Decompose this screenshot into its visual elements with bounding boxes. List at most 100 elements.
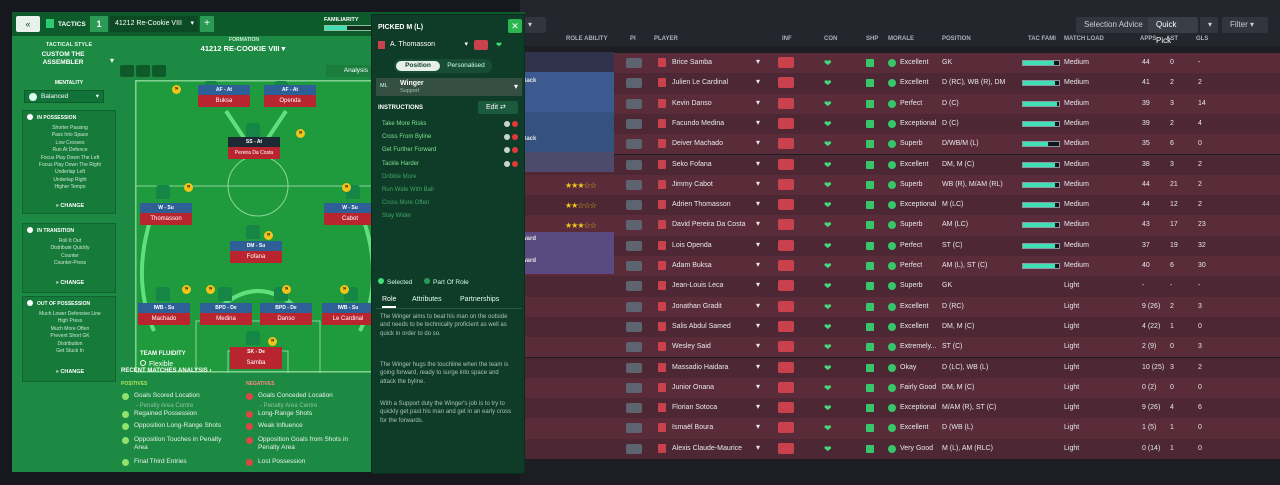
settings-icon[interactable]: [504, 160, 510, 167]
chevron-down-icon[interactable]: ▾: [756, 159, 760, 168]
chevron-down-icon[interactable]: ▾: [756, 321, 760, 330]
out-of-possession-change-button[interactable]: » CHANGE: [23, 369, 117, 375]
instruction-item[interactable]: Cross From Byline: [382, 132, 520, 143]
pi-icon[interactable]: [626, 220, 642, 231]
pi-icon[interactable]: [626, 342, 642, 353]
instruction-item[interactable]: Tackle Harder: [382, 159, 520, 170]
chevron-down-icon[interactable]: ▾: [756, 443, 760, 452]
table-row[interactable]: Jonathan Gradit ▾ ❤ Excellent D (RC) Light 9 (…: [520, 296, 1280, 317]
player-slot-sk[interactable]: SK - De Samba: [230, 347, 282, 369]
chevron-down-icon[interactable]: ▾: [756, 98, 760, 107]
player-name[interactable]: Alexis Claude-Maurice: [672, 445, 742, 452]
tactic-slot[interactable]: 1: [90, 16, 108, 32]
chevron-down-icon[interactable]: ▾: [756, 199, 760, 208]
col-shp[interactable]: SHP: [866, 36, 878, 50]
pi-icon[interactable]: [626, 301, 642, 312]
pi-icon[interactable]: [626, 281, 642, 292]
close-icon[interactable]: ✕: [508, 19, 522, 33]
table-row[interactable]: Salis Abdul Samed ▾ ❤ Excellent DM, M (C) Lig…: [520, 316, 1280, 338]
player-slot-w-right[interactable]: W - Su Cabot: [324, 203, 376, 225]
player-slot-af-right[interactable]: AF - At Openda: [264, 85, 316, 107]
player-slot-bpd-right[interactable]: BPD - De Danso: [260, 303, 312, 325]
pi-icon[interactable]: [626, 261, 642, 271]
chevron-down-icon[interactable]: ▾: [756, 382, 760, 391]
player-name[interactable]: Massadio Haidara: [672, 364, 728, 371]
player-name[interactable]: Ismaël Boura: [672, 424, 713, 431]
player-select[interactable]: A. Thomasson ▾: [378, 39, 470, 51]
col-pi[interactable]: PI: [630, 36, 636, 50]
player-name[interactable]: Facundo Medina: [672, 120, 724, 127]
analysis-button[interactable]: Analysis: [326, 65, 372, 77]
instruction-item[interactable]: Run Wide With Ball: [382, 185, 520, 196]
player-name[interactable]: Salis Abdul Samed: [672, 323, 731, 330]
chevron-down-icon[interactable]: ▾: [756, 301, 760, 310]
player-name[interactable]: David Pereira Da Costa: [672, 221, 746, 228]
table-row[interactable]: ★★★☆☆ David Pereira Da Costa ▾ ❤ Superb AM (L…: [520, 215, 1280, 236]
player-name[interactable]: Julien Le Cardinal: [672, 79, 728, 86]
tab-role[interactable]: Role: [382, 296, 397, 308]
table-row[interactable]: ★★★☆☆Facundo Medina▾❤ExceptionalD (C)Med…: [520, 113, 1280, 135]
pi-icon[interactable]: [626, 58, 642, 68]
tab-attributes[interactable]: Attributes: [412, 296, 442, 303]
table-row[interactable]: Massadio Haidara ▾ ❤ Okay D (LC), WB (L) Ligh…: [520, 357, 1280, 378]
quick-pick-button[interactable]: Quick Pick: [1148, 17, 1198, 45]
player-slot-ss[interactable]: SS - At Pereira Da Costa: [228, 137, 280, 159]
player-slot-af-left[interactable]: AF - At Buksa: [198, 85, 250, 107]
col-morale[interactable]: MORALE: [888, 36, 914, 50]
pi-icon[interactable]: [626, 321, 642, 332]
col-player[interactable]: PLAYER: [654, 36, 678, 50]
analysis-title[interactable]: RECENT MATCHES ANALYSIS ›: [121, 368, 211, 374]
player-name[interactable]: Kevin Danso: [672, 100, 712, 107]
col-role-ability[interactable]: ROLE ABILITY: [566, 36, 607, 50]
tab-personalised[interactable]: Personalised: [444, 61, 488, 71]
chevron-down-icon[interactable]: ▾: [756, 57, 760, 66]
col-gls[interactable]: GLS: [1196, 36, 1208, 50]
table-row[interactable]: Jean-Louis Leca ▾ ❤ Superb GK Light - - -: [520, 276, 1280, 297]
instruction-item[interactable]: Stay Wider: [382, 211, 520, 222]
pi-icon[interactable]: [626, 382, 642, 393]
instruction-item[interactable]: Dribble More: [382, 172, 520, 183]
player-name[interactable]: Brice Samba: [672, 59, 712, 66]
chevron-down-icon[interactable]: ▾: [756, 219, 760, 228]
remove-icon[interactable]: [512, 160, 518, 167]
settings-icon[interactable]: [504, 147, 510, 154]
settings-icon[interactable]: [120, 65, 134, 77]
pi-icon[interactable]: [626, 240, 642, 251]
col-position[interactable]: POSITION: [942, 36, 971, 50]
filter-button[interactable]: Filter ▾: [1222, 17, 1268, 33]
col-apps[interactable]: APPS: [1140, 36, 1156, 50]
player-slot-w-left[interactable]: W - Su Thomasson: [140, 203, 192, 225]
player-name[interactable]: Adrien Thomasson: [672, 201, 731, 208]
player-name[interactable]: Jimmy Cabot: [672, 181, 713, 188]
player-slot-iwb-left[interactable]: IWB - Su Machado: [138, 303, 190, 325]
chevron-down-icon[interactable]: ▾: [756, 260, 760, 269]
player-name[interactable]: Junior Onana: [672, 384, 714, 391]
remove-icon[interactable]: [512, 134, 518, 141]
player-slot-dm[interactable]: DM - Su Fofana: [230, 241, 282, 263]
remove-icon[interactable]: [512, 147, 518, 154]
role-select[interactable]: ML Winger Support ▾: [376, 78, 522, 96]
col-tac-fami[interactable]: TAC FAMI: [1028, 36, 1056, 50]
edit-button[interactable]: Edit ⇄: [478, 101, 518, 114]
chevron-down-icon[interactable]: ▾: [756, 280, 760, 289]
pi-icon[interactable]: [626, 118, 642, 129]
pi-icon[interactable]: [626, 139, 642, 150]
table-row[interactable]: ★★★☆☆Adam Buksa▾❤PerfectAM (L), ST (C)Me…: [520, 256, 1280, 277]
player-name[interactable]: Wesley Said: [672, 343, 711, 350]
pi-icon[interactable]: [626, 78, 642, 89]
table-row[interactable]: ★★☆☆☆ Adrien Thomasson ▾ ❤ Exceptional M (LC)…: [520, 195, 1280, 216]
settings-icon[interactable]: [504, 121, 510, 127]
pi-icon[interactable]: [626, 443, 642, 454]
player-name[interactable]: Adam Buksa: [672, 262, 712, 269]
in-possession-change-button[interactable]: » CHANGE: [23, 203, 117, 209]
tab-position[interactable]: Position: [396, 61, 440, 71]
chevron-down-icon[interactable]: ▾: [756, 341, 760, 350]
instruction-item[interactable]: Take More Risks: [382, 119, 520, 130]
pi-icon[interactable]: [626, 200, 642, 211]
table-row[interactable]: ★★★☆☆Brice Samba▾❤ExcellentGKMedium440-: [520, 53, 1280, 74]
col-ast[interactable]: AST: [1166, 36, 1178, 50]
pi-icon[interactable]: [626, 98, 642, 109]
chevron-down-icon[interactable]: ▾: [756, 402, 760, 411]
player-name[interactable]: Deiver Machado: [672, 140, 723, 147]
pi-icon[interactable]: [626, 423, 642, 434]
